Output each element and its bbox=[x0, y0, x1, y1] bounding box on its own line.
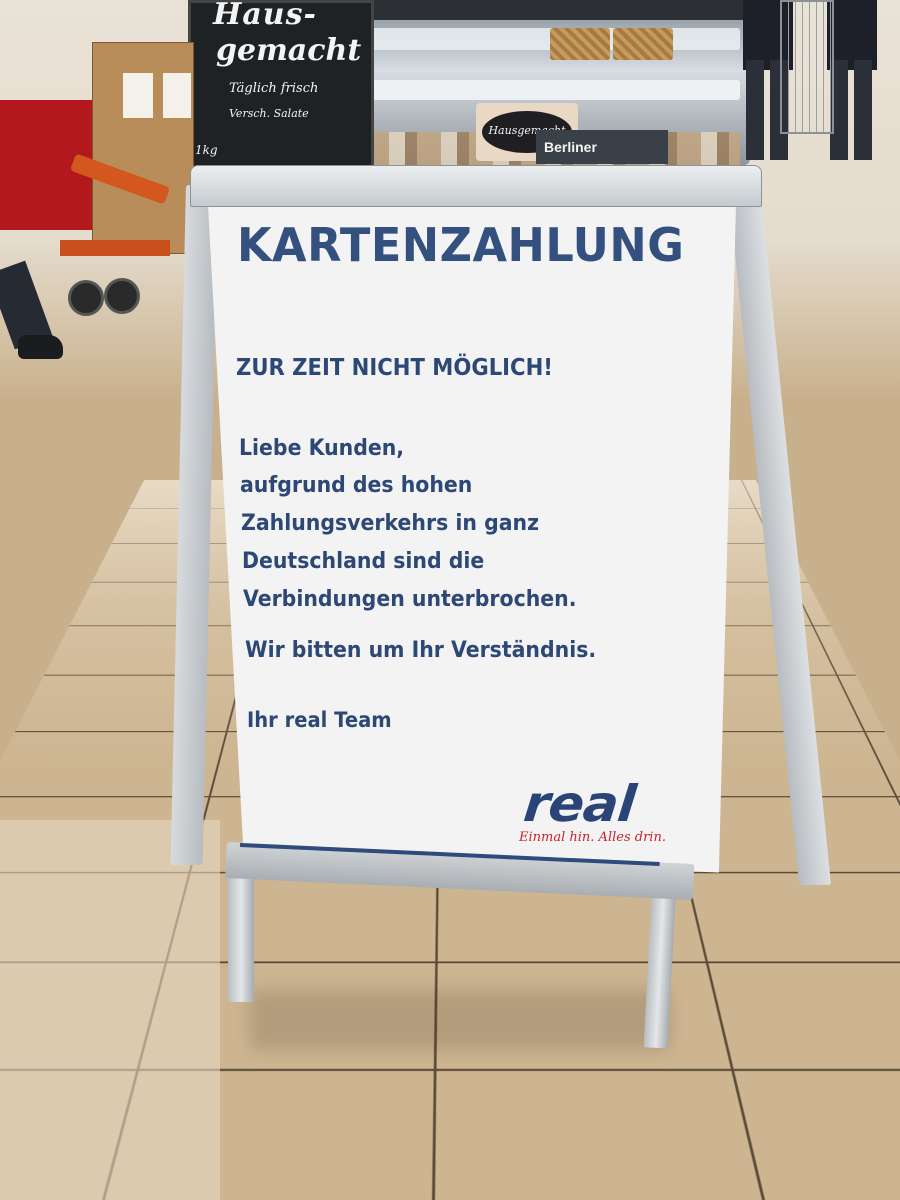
sign-body-line: Liebe Kunden, bbox=[239, 436, 405, 461]
box-label bbox=[163, 73, 191, 118]
chalkboard-line-4: Versch. Salate bbox=[229, 107, 309, 120]
chalkboard-line-3: Täglich frisch bbox=[229, 81, 319, 96]
bread-basket bbox=[613, 28, 673, 60]
real-logo: real bbox=[520, 775, 638, 833]
shopper-leg bbox=[746, 60, 764, 160]
pallet-jack bbox=[50, 153, 171, 316]
pallet-jack-wheel bbox=[68, 280, 104, 316]
sign-shadow bbox=[250, 990, 670, 1050]
floor-highlight bbox=[0, 820, 220, 1200]
sign-frame-top bbox=[190, 165, 762, 207]
sign-signoff: Ihr real Team bbox=[247, 708, 392, 732]
passerby-shoe bbox=[18, 335, 63, 359]
sign-leg-left bbox=[228, 860, 254, 1002]
shopping-cart bbox=[780, 0, 834, 134]
sign-subheadline: ZUR ZEIT NICHT MÖGLICH! bbox=[236, 355, 553, 381]
berliner-tag: Berliner bbox=[536, 130, 668, 164]
sign-thanks: Wir bitten um Ihr Verständnis. bbox=[245, 638, 597, 663]
box-label bbox=[123, 73, 153, 118]
shopper-leg bbox=[854, 60, 872, 160]
store-scene: Hausgemacht Berliner Haus- gemacht Tägli… bbox=[0, 0, 900, 1200]
chalkboard-line-5: 1kg bbox=[195, 143, 218, 157]
sign-body-line: aufgrund des hohen bbox=[240, 473, 473, 498]
sign-body-line: Deutschland sind die bbox=[242, 549, 485, 574]
counter-glass-middle bbox=[365, 80, 740, 100]
chalkboard-line-1: Haus- bbox=[213, 0, 317, 32]
sign-headline: KARTENZAHLUNG bbox=[237, 218, 685, 272]
bread-basket bbox=[550, 28, 610, 60]
chalkboard-line-2: gemacht bbox=[216, 33, 362, 68]
pallet-jack-wheel bbox=[104, 278, 140, 314]
passerby-leg bbox=[0, 260, 63, 405]
sign-poster bbox=[208, 204, 740, 873]
real-slogan: Einmal hin. Alles drin. bbox=[519, 830, 666, 845]
sign-body-line: Verbindungen unterbrochen. bbox=[243, 587, 577, 612]
pallet-jack-base bbox=[60, 240, 170, 256]
chalkboard-sign: Haus- gemacht Täglich frisch Versch. Sal… bbox=[188, 0, 374, 171]
sign-body-line: Zahlungsverkehrs in ganz bbox=[241, 511, 540, 536]
